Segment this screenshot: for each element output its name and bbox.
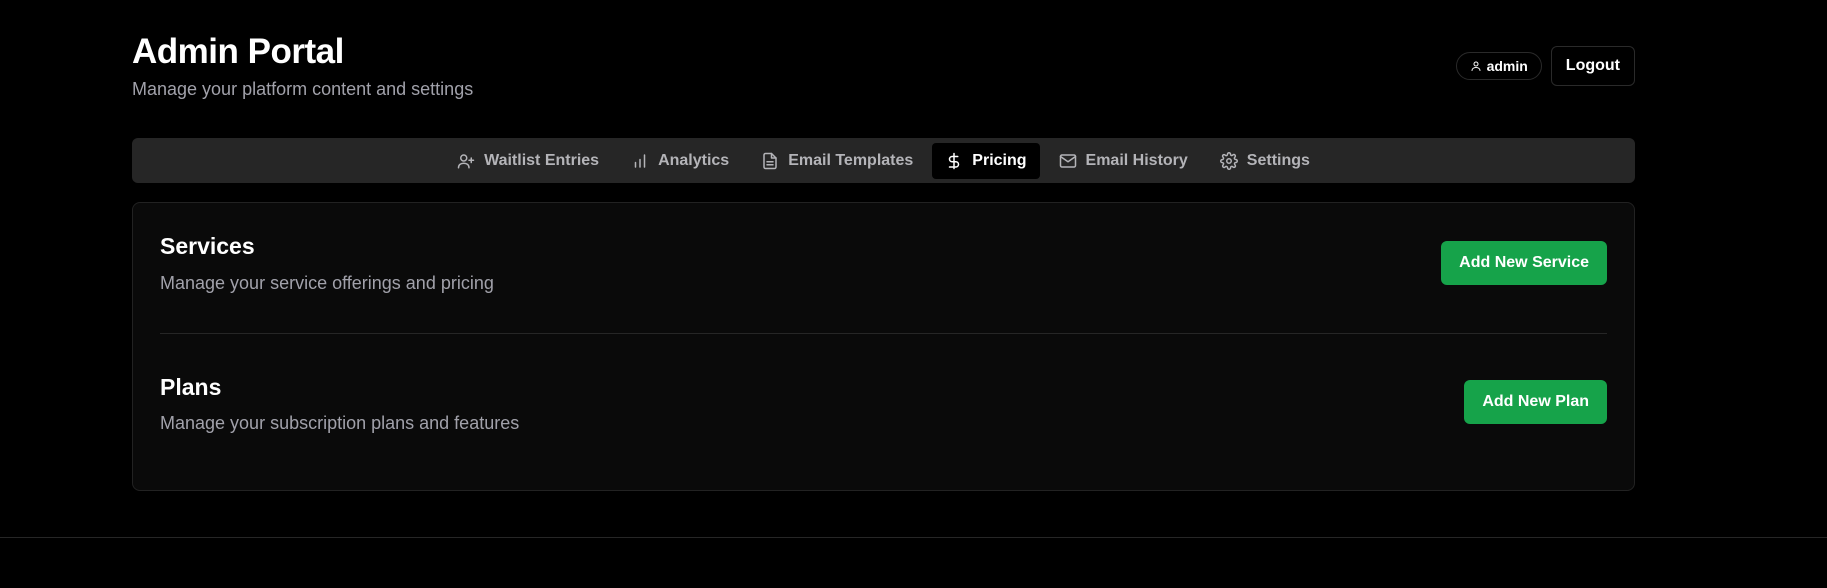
tab-label: Settings bbox=[1246, 151, 1310, 169]
tab-settings[interactable]: Settings bbox=[1207, 143, 1323, 179]
tab-bar: Waitlist Entries Analytics Email Templat… bbox=[132, 138, 1635, 183]
tab-label: Email History bbox=[1085, 151, 1188, 169]
app-container: Admin Portal Manage your platform conten… bbox=[132, 0, 1635, 491]
bar-chart-icon bbox=[634, 153, 646, 168]
plans-title: Plans bbox=[160, 374, 222, 400]
footer-divider bbox=[0, 537, 1827, 538]
page-subtitle: Manage your platform content and setting… bbox=[132, 79, 474, 99]
tab-pricing[interactable]: Pricing bbox=[932, 142, 1040, 179]
tab-label: Waitlist Entries bbox=[484, 151, 600, 169]
user-plus-icon bbox=[457, 153, 475, 168]
services-title: Services bbox=[160, 233, 255, 259]
mail-icon bbox=[1059, 153, 1076, 168]
services-description: Manage your service offerings and pricin… bbox=[160, 273, 494, 293]
add-new-service-button[interactable]: Add New Service bbox=[1441, 241, 1607, 285]
user-icon bbox=[1471, 61, 1481, 71]
services-section: Services Manage your service offerings a… bbox=[160, 203, 1607, 333]
dollar-icon bbox=[949, 152, 960, 169]
page-header: Admin Portal Manage your platform conten… bbox=[132, 0, 1635, 138]
user-area: admin Logout bbox=[1455, 46, 1635, 86]
tab-email-templates[interactable]: Email Templates bbox=[748, 143, 926, 179]
plans-section: Plans Manage your subscription plans and… bbox=[160, 334, 1607, 474]
user-name: admin bbox=[1486, 58, 1528, 74]
tab-label: Pricing bbox=[972, 151, 1027, 169]
pricing-card: Services Manage your service offerings a… bbox=[132, 202, 1635, 491]
plans-description: Manage your subscription plans and featu… bbox=[160, 413, 520, 433]
tab-label: Analytics bbox=[658, 151, 730, 169]
tab-waitlist-entries[interactable]: Waitlist Entries bbox=[444, 143, 612, 179]
user-badge: admin bbox=[1455, 52, 1542, 80]
file-text-icon bbox=[763, 152, 777, 169]
tab-analytics[interactable]: Analytics bbox=[618, 143, 742, 179]
page-title: Admin Portal bbox=[132, 32, 344, 71]
logout-button[interactable]: Logout bbox=[1550, 46, 1635, 86]
gear-icon bbox=[1219, 151, 1238, 170]
tab-label: Email Templates bbox=[788, 151, 914, 169]
tab-email-history[interactable]: Email History bbox=[1046, 143, 1201, 179]
add-new-plan-button[interactable]: Add New Plan bbox=[1464, 380, 1607, 424]
